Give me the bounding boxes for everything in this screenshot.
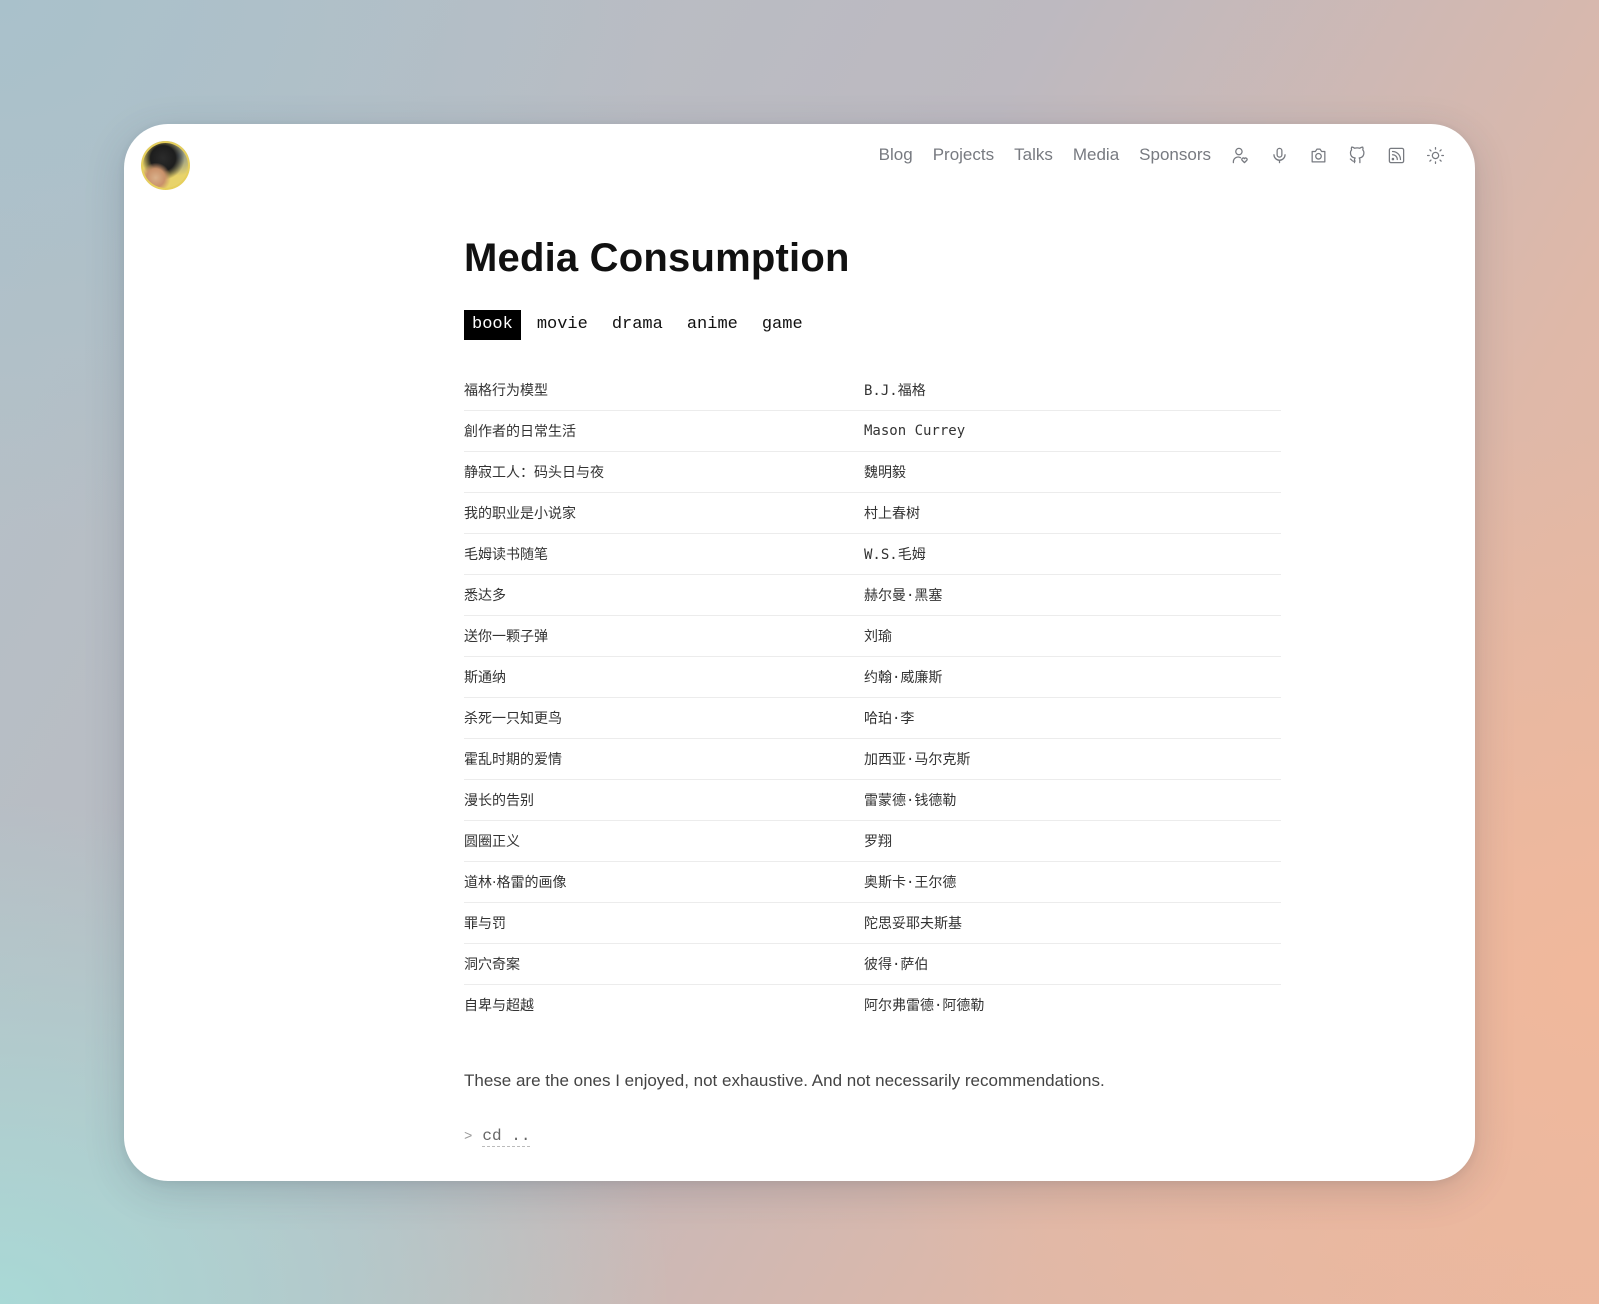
book-title: 悉达多 — [464, 588, 506, 604]
book-title: 静寂工人：码头日与夜 — [464, 465, 604, 481]
nav-sponsors[interactable]: Sponsors — [1139, 144, 1211, 166]
page-title: Media Consumption — [464, 236, 850, 280]
avatar[interactable] — [141, 141, 190, 190]
book-title: 罪与罚 — [464, 916, 506, 932]
top-nav: Blog Projects Talks Media Sponsors — [859, 144, 1445, 166]
microphone-icon[interactable] — [1269, 145, 1289, 165]
book-author: 刘瑜 — [864, 629, 892, 645]
book-title: 我的职业是小说家 — [464, 506, 576, 522]
media-tabs: book movie drama anime game — [464, 310, 1284, 340]
book-author: 奥斯卡·王尔德 — [864, 875, 957, 891]
nav-media[interactable]: Media — [1073, 144, 1119, 166]
book-author: 哈珀·李 — [864, 711, 915, 727]
github-icon[interactable] — [1347, 145, 1367, 165]
book-title: 洞穴奇案 — [464, 957, 520, 973]
book-title: 送你一颗子弹 — [464, 629, 548, 645]
list-item: 霍乱时期的爱情 加西亚·马尔克斯 — [464, 739, 1281, 780]
list-item: 圆圈正义 罗翔 — [464, 821, 1281, 862]
tab-anime[interactable]: anime — [679, 310, 746, 340]
book-author: B.J.福格 — [864, 383, 926, 399]
book-title: 杀死一只知更鸟 — [464, 711, 562, 727]
sun-icon[interactable] — [1425, 145, 1445, 165]
list-item: 創作者的日常生活 Mason Currey — [464, 411, 1281, 452]
book-author: 村上春树 — [864, 506, 920, 522]
footer-note: These are the ones I enjoyed, not exhaus… — [464, 1071, 1105, 1090]
book-title: 毛姆读书随笔 — [464, 547, 548, 563]
back-command[interactable]: cd .. — [482, 1127, 531, 1147]
tab-book[interactable]: book — [464, 310, 521, 340]
list-item: 送你一颗子弹 刘瑜 — [464, 616, 1281, 657]
list-item: 漫长的告别 雷蒙德·钱德勒 — [464, 780, 1281, 821]
book-title: 創作者的日常生活 — [464, 424, 576, 440]
main-content: Media Consumption book movie drama anime… — [464, 232, 1284, 1147]
book-title: 圆圈正义 — [464, 834, 520, 850]
book-author: 加西亚·马尔克斯 — [864, 752, 971, 768]
tab-drama[interactable]: drama — [604, 310, 671, 340]
book-author: W.S.毛姆 — [864, 547, 926, 563]
list-item: 道林·格雷的画像 奥斯卡·王尔德 — [464, 862, 1281, 903]
book-title: 漫长的告别 — [464, 793, 534, 809]
book-author: 赫尔曼·黑塞 — [864, 588, 943, 604]
list-item: 洞穴奇案 彼得·萨伯 — [464, 944, 1281, 985]
book-author: Mason Currey — [864, 423, 966, 439]
book-author: 魏明毅 — [864, 465, 906, 481]
camera-icon[interactable] — [1308, 145, 1328, 165]
list-item: 悉达多 赫尔曼·黑塞 — [464, 575, 1281, 616]
list-item: 斯通纳 约翰·威廉斯 — [464, 657, 1281, 698]
book-author: 阿尔弗雷德·阿德勒 — [864, 998, 985, 1014]
list-item: 罪与罚 陀思妥耶夫斯基 — [464, 903, 1281, 944]
book-author: 彼得·萨伯 — [864, 957, 929, 973]
tab-movie[interactable]: movie — [529, 310, 596, 340]
rss-icon[interactable] — [1386, 145, 1406, 165]
list-item: 自卑与超越 阿尔弗雷德·阿德勒 — [464, 985, 1281, 1025]
book-list: 福格行为模型 B.J.福格 創作者的日常生活 Mason Currey 静寂工人：码… — [464, 370, 1281, 1025]
tab-game[interactable]: game — [754, 310, 811, 340]
book-title: 福格行为模型 — [464, 383, 548, 399]
book-author: 雷蒙德·钱德勒 — [864, 793, 957, 809]
list-item: 福格行为模型 B.J.福格 — [464, 370, 1281, 411]
browser-window: Blog Projects Talks Media Sponsors Media… — [124, 124, 1475, 1181]
chevron-right-icon: > — [464, 1129, 473, 1145]
book-title: 道林·格雷的画像 — [464, 875, 567, 891]
nav-projects[interactable]: Projects — [933, 144, 994, 166]
nav-blog[interactable]: Blog — [879, 144, 913, 166]
book-title: 自卑与超越 — [464, 998, 534, 1014]
list-item: 毛姆读书随笔 W.S.毛姆 — [464, 534, 1281, 575]
book-title: 霍乱时期的爱情 — [464, 752, 562, 768]
nav-talks[interactable]: Talks — [1014, 144, 1053, 166]
list-item: 杀死一只知更鸟 哈珀·李 — [464, 698, 1281, 739]
book-author: 约翰·威廉斯 — [864, 670, 943, 686]
book-title: 斯通纳 — [464, 670, 506, 686]
book-author: 罗翔 — [864, 834, 892, 850]
book-author: 陀思妥耶夫斯基 — [864, 916, 962, 932]
person-heart-icon[interactable] — [1230, 145, 1250, 165]
list-item: 静寂工人：码头日与夜 魏明毅 — [464, 452, 1281, 493]
back-link[interactable]: > cd .. — [464, 1127, 1284, 1147]
list-item: 我的职业是小说家 村上春树 — [464, 493, 1281, 534]
